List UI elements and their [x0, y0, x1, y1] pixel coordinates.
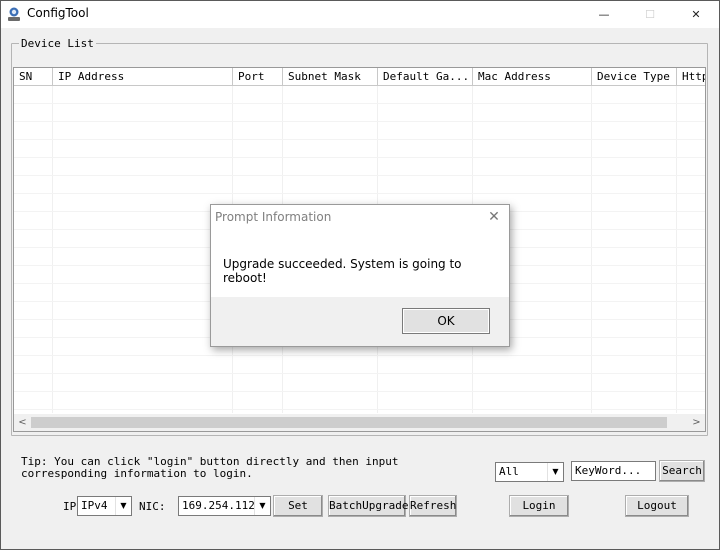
prompt-dialog: Prompt Information ✕ Upgrade succeeded. …	[210, 204, 510, 347]
filter-selected-value: All	[499, 465, 519, 478]
chevron-down-icon[interactable]: ▼	[547, 463, 563, 481]
chevron-down-icon[interactable]: ▼	[115, 497, 131, 515]
scroll-left-icon[interactable]: <	[14, 414, 31, 431]
set-button[interactable]: Set	[273, 495, 323, 517]
filter-select[interactable]: All ▼	[495, 462, 564, 482]
config-tool-window: ConfigTool — ☐ ✕ Device List SN IP Addre…	[0, 0, 720, 550]
dialog-footer: OK	[211, 297, 509, 346]
grid-line	[14, 139, 705, 140]
config-tool-icon	[8, 7, 20, 21]
scroll-right-icon[interactable]: >	[688, 414, 705, 431]
scrollbar-thumb[interactable]	[31, 417, 667, 428]
close-icon[interactable]: ✕	[485, 208, 503, 226]
nic-label: NIC:	[139, 500, 166, 513]
column-header-ip-address[interactable]: IP Address	[53, 68, 233, 86]
grid-line	[14, 121, 705, 122]
column-header-port[interactable]: Port	[233, 68, 283, 86]
grid-line	[14, 373, 705, 374]
ip-version-select[interactable]: IPv4 ▼	[77, 496, 132, 516]
nic-select[interactable]: 169.254.112. ▼	[178, 496, 271, 516]
minimize-button[interactable]: —	[581, 1, 627, 28]
grid-line	[52, 86, 53, 413]
column-header-mac-address[interactable]: Mac Address	[473, 68, 592, 86]
grid-line	[14, 157, 705, 158]
search-button[interactable]: Search	[659, 460, 705, 482]
title-bar: ConfigTool — ☐ ✕	[1, 1, 719, 28]
grid-line	[14, 409, 705, 410]
logout-button[interactable]: Logout	[625, 495, 689, 517]
column-header-subnet-mask[interactable]: Subnet Mask	[283, 68, 378, 86]
login-button[interactable]: Login	[509, 495, 569, 517]
column-header-device-type[interactable]: Device Type	[592, 68, 677, 86]
grid-line	[14, 391, 705, 392]
horizontal-scrollbar[interactable]: < >	[14, 414, 705, 431]
batch-upgrade-button[interactable]: BatchUpgrade	[328, 495, 408, 517]
close-window-button[interactable]: ✕	[673, 1, 719, 28]
tip-text: Tip: You can click "login" button direct…	[21, 455, 399, 480]
grid-line	[14, 193, 705, 194]
window-title: ConfigTool	[27, 6, 89, 20]
dialog-message: Upgrade succeeded. System is going to re…	[223, 257, 462, 285]
table-header: SN IP Address Port Subnet Mask Default G…	[14, 68, 705, 86]
device-list-label: Device List	[19, 37, 96, 50]
ip-version-value: IPv4	[81, 499, 108, 512]
dialog-title: Prompt Information	[215, 210, 332, 224]
grid-line	[676, 86, 677, 413]
ok-button[interactable]: OK	[402, 308, 490, 334]
grid-line	[14, 103, 705, 104]
column-header-sn[interactable]: SN	[14, 68, 53, 86]
maximize-button[interactable]: ☐	[627, 1, 673, 28]
nic-value: 169.254.112.	[182, 499, 262, 512]
column-header-default-gateway[interactable]: Default Ga...	[378, 68, 473, 86]
grid-line	[591, 86, 592, 413]
keyword-input[interactable]: KeyWord...	[571, 461, 656, 481]
grid-line	[14, 175, 705, 176]
column-header-http[interactable]: Http	[677, 68, 705, 86]
refresh-button[interactable]: Refresh	[409, 495, 457, 517]
grid-line	[14, 355, 705, 356]
ip-label: IP	[63, 500, 77, 513]
chevron-down-icon[interactable]: ▼	[254, 497, 270, 515]
